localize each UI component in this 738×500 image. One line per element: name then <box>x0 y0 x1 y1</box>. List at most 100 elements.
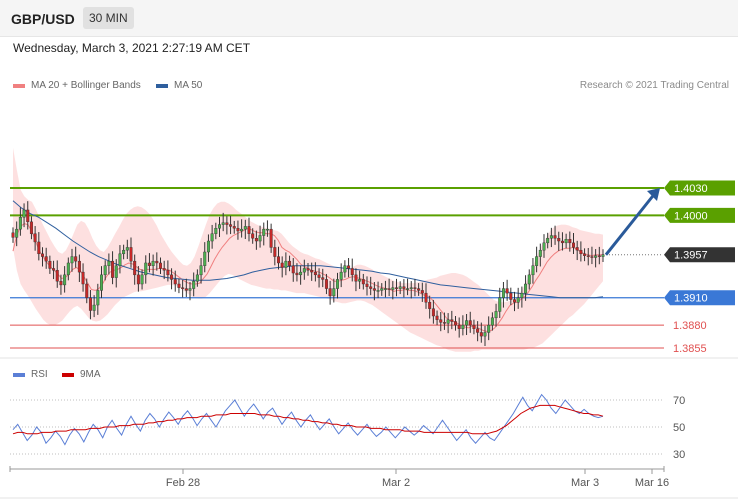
candle-body <box>66 262 70 276</box>
candle-body <box>498 297 502 312</box>
candle-body <box>63 274 67 286</box>
candle-body <box>107 260 111 266</box>
rsi-line <box>12 393 604 446</box>
candle-body <box>243 226 247 230</box>
candle-body <box>251 233 255 239</box>
candle-body <box>273 247 277 257</box>
candle-body <box>288 260 292 266</box>
candle-body <box>343 265 347 273</box>
candle-body <box>350 268 354 276</box>
candle-body <box>347 265 351 269</box>
candle-body <box>151 260 155 266</box>
candle-body <box>229 224 233 227</box>
candle-body <box>560 240 564 244</box>
candle-body <box>85 283 89 298</box>
forecast-arrow-line <box>604 191 658 256</box>
candle-body <box>420 290 424 294</box>
candle-body <box>516 297 520 303</box>
candle-body <box>601 254 605 257</box>
bollinger-band <box>13 147 603 352</box>
candle-body <box>280 262 284 268</box>
candle-body <box>428 302 432 309</box>
candle-body <box>398 286 402 289</box>
level-label-5: 1.3855 <box>673 343 707 355</box>
rsi-tick-label: 50 <box>673 422 685 434</box>
candle-body <box>22 209 26 218</box>
candle-body <box>391 287 395 290</box>
candle-body <box>77 260 81 273</box>
candle-body <box>173 279 177 285</box>
candle-body <box>450 319 454 322</box>
candle-body <box>457 324 461 329</box>
candle-body <box>369 286 373 289</box>
candle-body <box>597 255 601 257</box>
candle-body <box>568 238 572 244</box>
candle-body <box>240 228 244 232</box>
candle-body <box>324 279 328 289</box>
candle-body <box>302 268 306 273</box>
candle-body <box>232 226 236 229</box>
candle-body <box>583 253 587 256</box>
price-chart: 1.4030 1.4000 1.3957 1.3910 1.3880 1.3855 70 50… <box>0 147 738 499</box>
candle-body <box>203 251 207 266</box>
candle-body <box>170 274 174 280</box>
candle-body <box>225 222 229 225</box>
candle-body <box>527 274 531 285</box>
candle-body <box>372 288 376 291</box>
candle-body <box>140 274 144 285</box>
candle-body <box>538 249 542 257</box>
candle-body <box>402 286 406 289</box>
candle-body <box>74 256 78 262</box>
candle-body <box>446 319 450 324</box>
candle-body <box>501 288 505 298</box>
candle-body <box>594 255 598 258</box>
candle-body <box>546 238 550 244</box>
candle-body <box>262 228 266 236</box>
candle-body <box>44 256 48 262</box>
candle-body <box>483 332 487 337</box>
candle-body <box>295 272 299 276</box>
candle-body <box>26 209 30 223</box>
candle-body <box>435 315 439 320</box>
candle-body <box>48 260 52 269</box>
time-tick-label: Feb 28 <box>166 477 200 489</box>
time-tick-label: Mar 16 <box>635 477 669 489</box>
candle-body <box>479 332 483 337</box>
time-tick-label: Mar 2 <box>382 477 410 489</box>
candle-body <box>524 283 528 294</box>
candle-body <box>490 317 494 326</box>
candle-body <box>192 281 196 289</box>
candle-body <box>29 221 33 234</box>
level-label-2: 1.3957 <box>674 250 708 262</box>
candle-body <box>206 240 210 253</box>
candle-body <box>439 319 443 323</box>
level-label-4: 1.3880 <box>673 320 707 332</box>
candle-body <box>96 290 100 306</box>
candle-body <box>41 253 44 257</box>
candle-body <box>221 222 225 225</box>
candle-body <box>549 235 553 239</box>
candle-body <box>162 268 166 271</box>
candle-body <box>81 271 85 285</box>
candle-body <box>542 242 546 251</box>
candle-body <box>199 265 203 276</box>
candle-body <box>147 262 151 266</box>
candle-body <box>159 262 162 269</box>
candle-body <box>100 274 103 291</box>
candle-body <box>236 228 240 232</box>
candle-body <box>487 324 491 333</box>
candle-body <box>181 287 185 289</box>
candle-body <box>557 238 561 242</box>
candle-body <box>188 288 192 291</box>
candle-body <box>291 265 295 274</box>
candle-body <box>468 320 472 326</box>
candle-body <box>465 320 469 326</box>
rsi-tick-label: 70 <box>673 395 685 407</box>
level-label-1: 1.4000 <box>674 210 708 222</box>
candle-body <box>15 228 19 238</box>
candle-body <box>277 256 280 264</box>
candle-body <box>380 288 384 291</box>
candle-body <box>531 265 535 276</box>
candle-body <box>103 265 107 276</box>
candle-body <box>413 287 417 289</box>
